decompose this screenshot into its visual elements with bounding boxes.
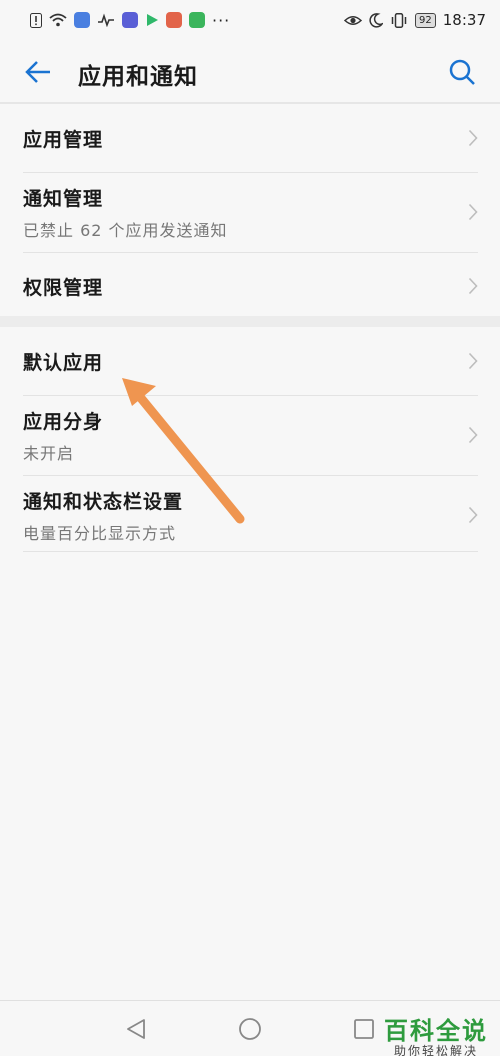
nav-back-button[interactable]	[121, 1014, 151, 1044]
settings-item-notification-statusbar[interactable]: 通知和状态栏设置 电量百分比显示方式	[0, 475, 500, 555]
settings-item-subtitle: 电量百分比显示方式	[23, 523, 177, 543]
settings-group-apps: 应用管理 通知管理 已禁止 62 个应用发送通知 权限管理	[0, 104, 500, 320]
watermark-subtitle: 助你轻松解决	[393, 1044, 478, 1056]
app-icon	[122, 12, 138, 28]
circle-home-icon	[239, 1017, 261, 1040]
watermark-title: 百科全说	[384, 1017, 488, 1045]
chevron-right-icon	[468, 277, 478, 295]
settings-item-subtitle: 已禁止 62 个应用发送通知	[23, 220, 228, 240]
app-icon	[166, 12, 182, 28]
nav-home-button[interactable]	[235, 1014, 265, 1044]
settings-item-notification-management[interactable]: 通知管理 已禁止 62 个应用发送通知	[0, 172, 500, 252]
more-icon: ···	[212, 10, 231, 30]
app-icon	[189, 12, 205, 28]
settings-item-label: 应用管理	[23, 128, 104, 151]
alert-icon	[30, 12, 42, 28]
settings-group-more: 默认应用 应用分身 未开启 通知和状态栏设置 电量百分比显示方式	[0, 327, 500, 555]
settings-item-label: 权限管理	[23, 276, 104, 299]
wifi-icon	[49, 13, 67, 27]
title-bar: 应用和通知	[0, 40, 500, 104]
eye-icon	[344, 15, 363, 25]
chevron-right-icon	[468, 352, 478, 370]
list-end-divider	[23, 551, 478, 552]
status-bar: ··· 92 18:37	[0, 0, 500, 40]
status-right-icons: 92 18:37	[344, 11, 486, 29]
vibrate-icon	[391, 12, 407, 28]
search-icon	[449, 59, 475, 85]
search-button[interactable]	[444, 54, 480, 90]
settings-item-subtitle: 未开启	[23, 443, 75, 463]
settings-item-app-management[interactable]: 应用管理	[0, 104, 500, 172]
triangle-back-icon	[127, 1018, 145, 1039]
battery-icon: 92	[415, 12, 436, 28]
chevron-right-icon	[468, 129, 478, 147]
arrow-left-icon	[25, 61, 50, 83]
settings-item-label: 应用分身	[23, 410, 104, 433]
group-separator	[0, 316, 500, 327]
activity-icon	[98, 13, 114, 27]
settings-item-label: 通知和状态栏设置	[23, 490, 184, 513]
moon-icon	[369, 12, 384, 28]
watermark: 百科全说 助你轻松解决	[372, 1018, 500, 1056]
settings-item-permission-management[interactable]: 权限管理	[0, 252, 500, 320]
page-title: 应用和通知	[78, 64, 198, 90]
settings-item-app-twin[interactable]: 应用分身 未开启	[0, 395, 500, 475]
chevron-right-icon	[468, 506, 478, 524]
play-icon	[147, 14, 158, 26]
settings-item-label: 默认应用	[23, 351, 104, 374]
chevron-right-icon	[468, 203, 478, 221]
chevron-right-icon	[468, 426, 478, 444]
settings-item-label: 通知管理	[23, 187, 104, 210]
settings-item-default-apps[interactable]: 默认应用	[0, 327, 500, 395]
app-icon	[74, 12, 90, 28]
status-time: 18:37	[442, 11, 486, 29]
back-button[interactable]	[20, 54, 56, 90]
status-left-icons: ···	[30, 11, 230, 30]
